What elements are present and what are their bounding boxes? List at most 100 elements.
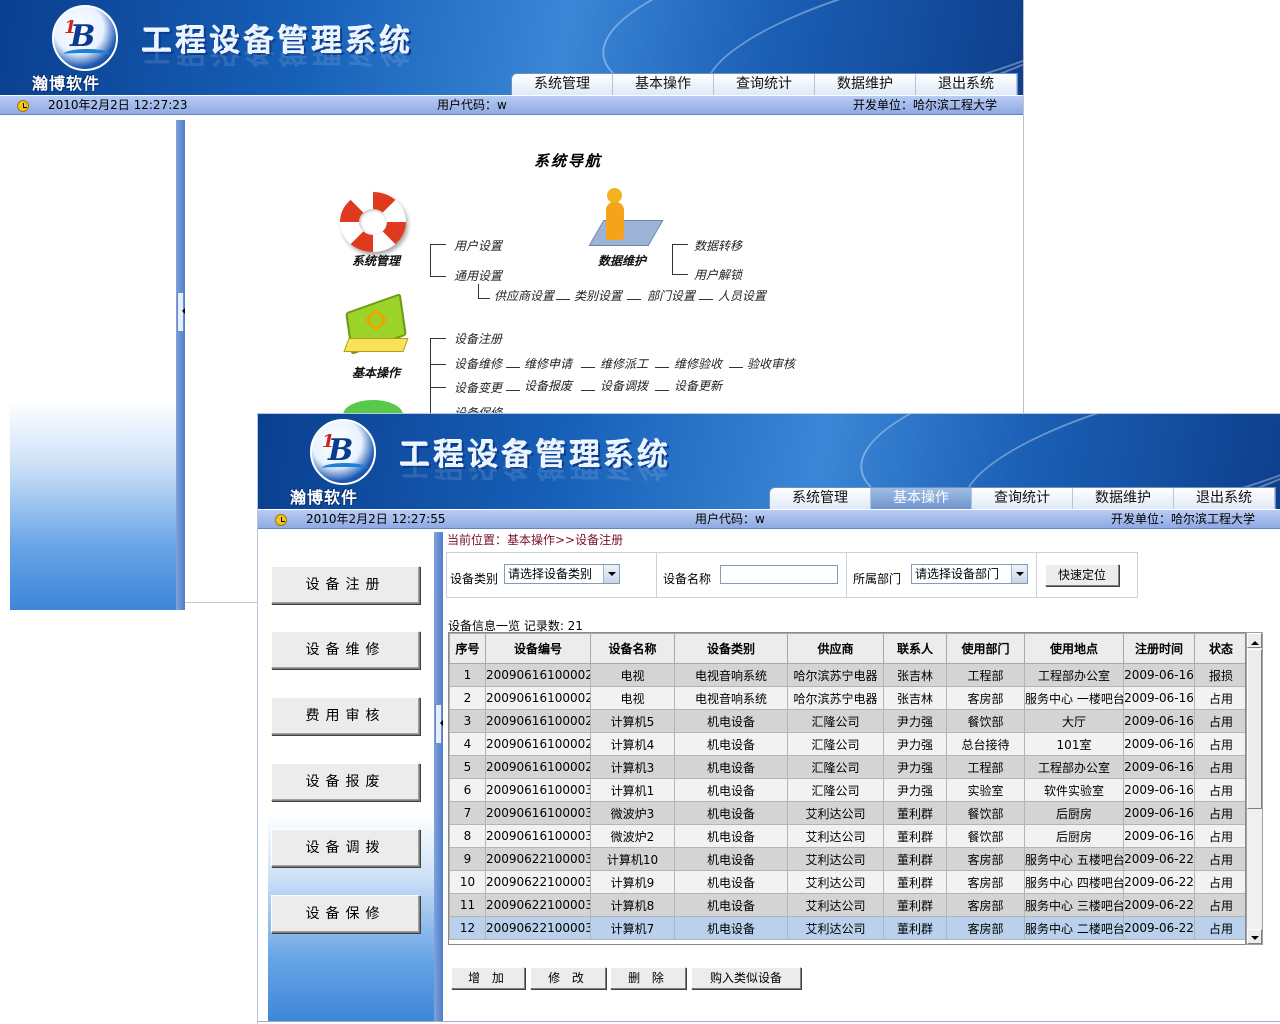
col-supplier-cell: 汇隆公司 — [787, 778, 884, 802]
collapse-handle-icon[interactable] — [435, 704, 443, 744]
link-equip-scrap[interactable]: 设备报废 — [524, 377, 572, 394]
nav-data-maint[interactable]: 数据维护 — [815, 74, 916, 95]
nav-query-stats[interactable]: 查询统计 — [972, 488, 1073, 509]
table-row[interactable]: 8 200906161000033 微波炉2 机电设备 艾利达公司 董利群 餐饮部 后厨房 20… — [449, 824, 1245, 848]
edit-button[interactable]: 修 改 — [530, 967, 606, 989]
nav-basic-ops[interactable]: 基本操作 — [871, 488, 972, 509]
table-row[interactable]: 10 200906221000036 计算机9 机电设备 艾利达公司 董利群 客房部 服务中心… — [449, 870, 1245, 894]
nav-system-mgmt[interactable]: 系统管理 — [512, 74, 613, 95]
link-dept-settings[interactable]: 部门设置 — [647, 287, 695, 304]
chevron-down-icon[interactable] — [1011, 565, 1027, 583]
table-row[interactable]: 1 200906161000024 电视 电视音响系统 哈尔滨苏宁电器 张吉林 工程部 工程部… — [449, 663, 1245, 687]
col-location-header[interactable]: 使用地点 — [1024, 633, 1124, 664]
link-equip-transfer[interactable]: 设备调拨 — [600, 377, 648, 394]
side-btn-cost-review[interactable]: 费用审核 — [271, 697, 420, 735]
col-supplier-cell: 哈尔滨苏宁电器 — [787, 686, 884, 710]
col-index-header[interactable]: 序号 — [449, 633, 486, 664]
link-equip-update[interactable]: 设备更新 — [674, 377, 722, 394]
link-staff-settings[interactable]: 人员设置 — [718, 287, 766, 304]
data-maint-icon[interactable] — [586, 188, 664, 254]
link-general-settings[interactable]: 通用设置 — [454, 267, 502, 284]
scroll-up-icon[interactable] — [1247, 633, 1262, 648]
nav-basic-ops[interactable]: 基本操作 — [613, 74, 714, 95]
add-button[interactable]: 增 加 — [451, 967, 525, 989]
link-repair-accept[interactable]: 维修验收 — [674, 355, 722, 372]
link-repair-dispatch[interactable]: 维修派工 — [600, 355, 648, 372]
link-category-settings[interactable]: 类别设置 — [574, 287, 622, 304]
scroll-thumb[interactable] — [1247, 649, 1262, 809]
link-supplier-settings[interactable]: 供应商设置 — [494, 287, 554, 304]
basic-ops-icon[interactable] — [342, 293, 410, 360]
category-select[interactable]: 请选择设备类别 — [504, 564, 620, 584]
connector — [430, 244, 431, 276]
link-equip-change[interactable]: 设备变更 — [454, 379, 502, 396]
col-category-cell: 机电设备 — [674, 801, 788, 825]
panel-splitter[interactable] — [434, 532, 443, 1022]
table-scrollbar[interactable] — [1246, 632, 1263, 945]
col-status-cell: 占用 — [1194, 755, 1245, 779]
side-btn-scrap[interactable]: 设备报废 — [271, 763, 420, 801]
nav-query-stats[interactable]: 查询统计 — [714, 74, 815, 95]
category-label: 设备类别 — [450, 572, 499, 586]
col-contact-header[interactable]: 联系人 — [883, 633, 947, 664]
status-user: 用户代码：w — [695, 512, 765, 526]
dept-select[interactable]: 请选择设备部门 — [911, 564, 1028, 584]
connector — [430, 338, 431, 414]
table-row[interactable]: 6 200906161000031 计算机1 机电设备 汇隆公司 尹力强 实验室 软件实验室 2… — [449, 778, 1245, 802]
node-system-mgmt[interactable]: 系统管理 — [352, 252, 400, 269]
link-data-transfer[interactable]: 数据转移 — [694, 237, 742, 254]
scroll-down-icon[interactable] — [1247, 929, 1262, 944]
table-row[interactable]: 9 200906221000035 计算机10 机电设备 艾利达公司 董利群 客房部 服务中心… — [449, 847, 1245, 871]
quick-locate-button[interactable]: 快速定位 — [1045, 564, 1119, 586]
side-btn-register[interactable]: 设备注册 — [271, 566, 420, 604]
side-btn-warranty[interactable]: 设备保修 — [271, 895, 420, 933]
col-status-cell: 占用 — [1194, 824, 1245, 848]
side-btn-transfer[interactable]: 设备调拨 — [271, 829, 420, 867]
divider — [258, 1021, 1280, 1022]
delete-button[interactable]: 删 除 — [610, 967, 686, 989]
side-btn-repair[interactable]: 设备维修 — [271, 631, 420, 669]
col-equip-id-header[interactable]: 设备编号 — [485, 633, 591, 664]
node-data-maint[interactable]: 数据维护 — [598, 252, 646, 269]
connector — [627, 299, 641, 300]
col-contact-cell: 董利群 — [883, 801, 947, 825]
node-basic-ops[interactable]: 基本操作 — [352, 364, 400, 381]
link-repair-request[interactable]: 维修申请 — [524, 355, 572, 372]
col-contact-cell: 董利群 — [883, 870, 947, 894]
collapse-handle-icon[interactable] — [177, 292, 185, 332]
table-row[interactable]: 4 200906161000028 计算机4 机电设备 汇隆公司 尹力强 总台接待 101室 2… — [449, 732, 1245, 756]
purchase-similar-button[interactable]: 购入类似设备 — [691, 967, 801, 989]
col-equip-name-header[interactable]: 设备名称 — [590, 633, 675, 664]
nav-exit[interactable]: 退出系统 — [1174, 488, 1275, 509]
col-supplier-cell: 哈尔滨苏宁电器 — [787, 663, 884, 687]
system-title-reflection: 工程设备管理系统 — [400, 466, 672, 490]
col-status-header[interactable]: 状态 — [1194, 633, 1245, 664]
col-status-cell: 占用 — [1194, 870, 1245, 894]
col-category-header[interactable]: 设备类别 — [674, 633, 788, 664]
col-category-cell: 机电设备 — [674, 893, 788, 917]
connector — [672, 244, 673, 274]
table-row[interactable]: 7 200906161000032 微波炉3 机电设备 艾利达公司 董利群 餐饮部 后厨房 20… — [449, 801, 1245, 825]
link-user-settings[interactable]: 用户设置 — [454, 237, 502, 254]
nav-data-maint[interactable]: 数据维护 — [1073, 488, 1174, 509]
panel-splitter[interactable] — [176, 120, 185, 610]
table-row[interactable]: 12 200906221000038 计算机7 机电设备 艾利达公司 董利群 客房部 服务中心… — [449, 916, 1245, 940]
link-equip-register[interactable]: 设备注册 — [454, 330, 502, 347]
col-reg-date-header[interactable]: 注册时间 — [1123, 633, 1195, 664]
col-category-cell: 机电设备 — [674, 778, 788, 802]
lifebuoy-icon[interactable] — [340, 192, 406, 252]
table-row[interactable]: 11 200906221000037 计算机8 机电设备 艾利达公司 董利群 客房部 服务中心… — [449, 893, 1245, 917]
chevron-down-icon[interactable] — [603, 565, 619, 583]
table-row[interactable]: 2 200906161000026 电视 电视音响系统 哈尔滨苏宁电器 张吉林 客房部 服务中… — [449, 686, 1245, 710]
nav-system-mgmt[interactable]: 系统管理 — [770, 488, 871, 509]
table-row[interactable]: 3 200906161000027 计算机5 机电设备 汇隆公司 尹力强 餐饮部 大厅 2009… — [449, 709, 1245, 733]
nav-exit[interactable]: 退出系统 — [916, 74, 1017, 95]
name-input[interactable] — [720, 565, 838, 584]
link-equip-repair[interactable]: 设备维修 — [454, 355, 502, 372]
col-dept-header[interactable]: 使用部门 — [946, 633, 1025, 664]
link-accept-review[interactable]: 验收审核 — [747, 355, 795, 372]
col-supplier-header[interactable]: 供应商 — [787, 633, 884, 664]
col-status-cell: 占用 — [1194, 801, 1245, 825]
table-row[interactable]: 5 200906161000029 计算机3 机电设备 汇隆公司 尹力强 工程部 工程部办公室… — [449, 755, 1245, 779]
link-user-unlock[interactable]: 用户解锁 — [694, 266, 742, 283]
